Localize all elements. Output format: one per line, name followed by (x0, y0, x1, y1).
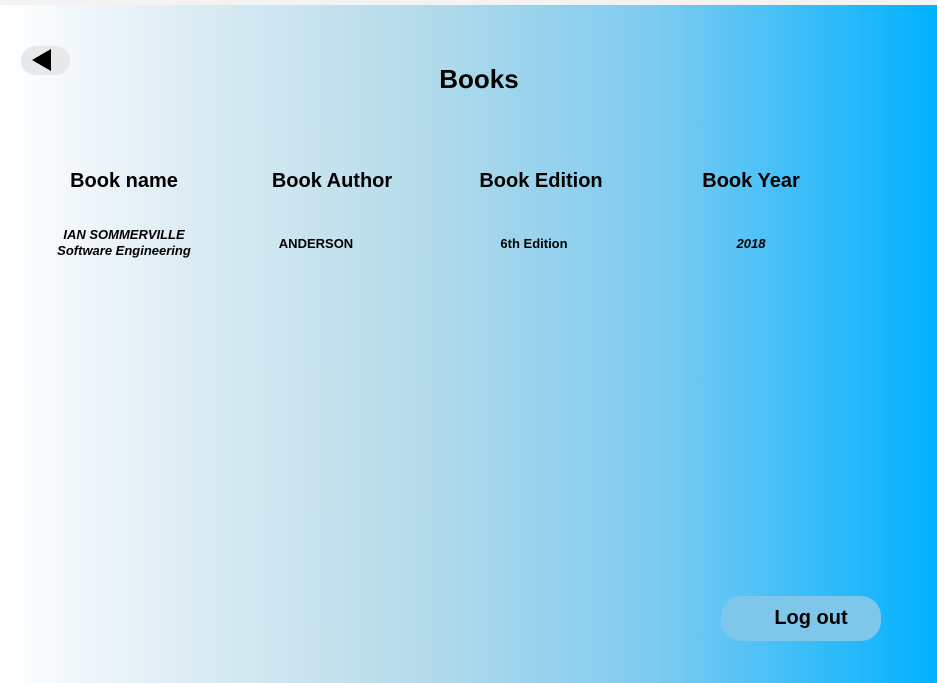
book-name-line-1: IAN SOMMERVILLE (63, 227, 185, 242)
logout-button[interactable]: Log out (721, 596, 881, 641)
book-author-cell: ANDERSON (278, 236, 354, 251)
book-edition-cell: 6th Edition (500, 236, 568, 251)
book-year-cell: 2018 (736, 236, 766, 251)
column-header-book-name: Book name (70, 170, 178, 192)
book-name-cell: IAN SOMMERVILLE Software Engineering (34, 227, 214, 259)
book-name-line-2: Software Engineering (57, 243, 191, 258)
column-header-book-author: Book Author (271, 170, 393, 192)
column-header-book-edition: Book Edition (479, 170, 603, 192)
page-title: Books (439, 64, 519, 94)
column-header-book-year: Book Year (702, 170, 800, 192)
books-screen: Books Book name Book Author Book Edition… (0, 5, 937, 683)
